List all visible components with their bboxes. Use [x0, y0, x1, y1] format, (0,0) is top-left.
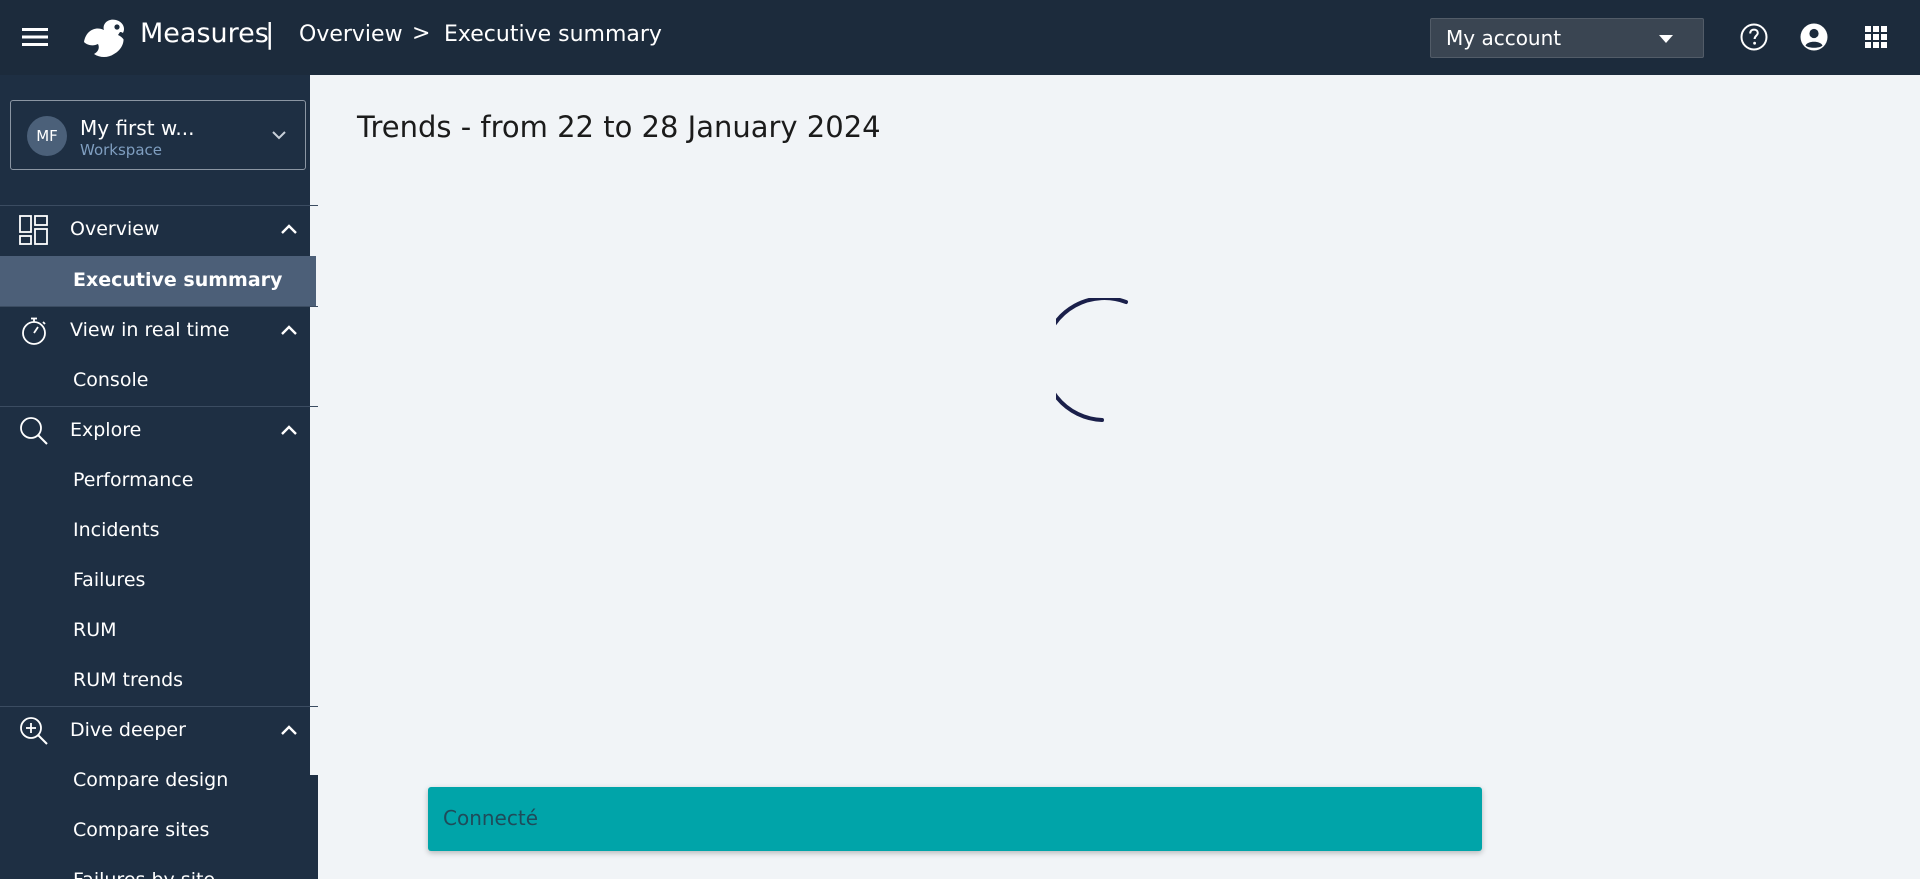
nav-item-console[interactable]: Console: [0, 356, 316, 406]
nav-item-label: RUM trends: [73, 669, 184, 691]
brand-separator: |: [265, 17, 275, 50]
nav-item-label: Incidents: [73, 519, 160, 541]
nav-item-label: Compare sites: [73, 819, 210, 841]
nav-section-label: Dive deeper: [70, 719, 186, 741]
search-icon: [20, 417, 48, 445]
account-select[interactable]: My account: [1430, 18, 1704, 58]
help-icon[interactable]: [1739, 22, 1769, 52]
apps-grid-icon[interactable]: [1861, 22, 1891, 52]
account-select-value: My account: [1446, 26, 1562, 50]
workspace-selector[interactable]: MF My first w... Workspace: [10, 100, 306, 170]
app-brand: Measures: [140, 18, 269, 49]
nav-item-performance[interactable]: Performance: [0, 456, 316, 506]
parrot-logo-icon: [84, 19, 125, 57]
breadcrumb-overview[interactable]: Overview: [299, 22, 403, 47]
nav-section-label: Overview: [70, 218, 160, 240]
nav-section-explore[interactable]: Explore: [0, 406, 310, 456]
breadcrumb-separator: >: [412, 21, 431, 46]
nav-item-failures[interactable]: Failures: [0, 556, 316, 606]
nav-item-compare-sites[interactable]: Compare sites: [0, 806, 316, 856]
nav-item-label: Performance: [73, 469, 194, 491]
nav-section-label: Explore: [70, 419, 142, 441]
nav-item-executive-summary[interactable]: Executive summary: [0, 256, 316, 306]
breadcrumb-current: Executive summary: [444, 22, 662, 47]
toast-message: Connecté: [443, 806, 538, 830]
menu-icon[interactable]: [22, 26, 48, 48]
nav-item-compare-design[interactable]: Compare design: [0, 756, 316, 806]
nav-item-incidents[interactable]: Incidents: [0, 506, 316, 556]
workspace-name: My first w...: [80, 116, 195, 140]
connection-toast: Connecté: [428, 787, 1482, 851]
workspace-avatar: MF: [27, 116, 67, 156]
nav-section-dive-deeper[interactable]: Dive deeper: [0, 706, 310, 756]
chevron-down-icon: [272, 131, 286, 140]
account-icon[interactable]: [1799, 22, 1829, 52]
dashboard-icon: [19, 215, 48, 245]
nav-item-rum-trends[interactable]: RUM trends: [0, 656, 316, 706]
chevron-up-icon: [281, 725, 297, 735]
nav-item-label: Failures by site: [73, 869, 215, 879]
nav-item-label: Console: [73, 369, 149, 391]
nav-item-failures-by-site[interactable]: Failures by site: [0, 856, 316, 879]
caret-down-icon: [1659, 35, 1673, 43]
nav-item-label: RUM: [73, 619, 117, 641]
nav-item-label: Failures: [73, 569, 146, 591]
chevron-up-icon: [281, 224, 297, 234]
stopwatch-icon: [22, 317, 46, 345]
nav-section-view-in-real-time[interactable]: View in real time: [0, 306, 310, 356]
nav-item-label: Compare design: [73, 769, 229, 791]
page-title: Trends - from 22 to 28 January 2024: [357, 110, 881, 144]
nav-section-overview[interactable]: Overview: [0, 205, 310, 255]
loading-spinner-icon: [1056, 298, 1128, 422]
top-bar: Measures | Overview > Executive summary …: [0, 0, 1920, 75]
workspace-type: Workspace: [80, 141, 162, 159]
zoom-in-icon: [20, 717, 48, 745]
nav-item-label: Executive summary: [73, 269, 283, 291]
nav-section-label: View in real time: [70, 319, 230, 341]
sidebar: MF My first w... Workspace Overview Exec…: [0, 75, 318, 879]
chevron-up-icon: [281, 325, 297, 335]
nav-item-rum[interactable]: RUM: [0, 606, 316, 656]
chevron-up-icon: [281, 425, 297, 435]
